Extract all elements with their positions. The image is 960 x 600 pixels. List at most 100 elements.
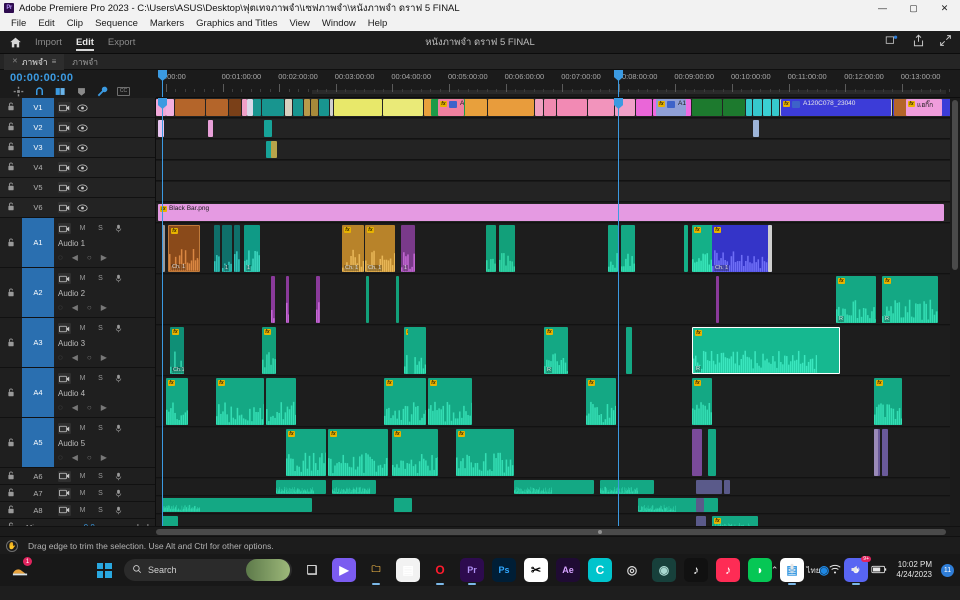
timeline-clip[interactable] <box>264 120 272 137</box>
track-visibility-icon[interactable] <box>76 102 89 113</box>
timeline-clip[interactable] <box>499 225 515 272</box>
header-tab-import[interactable]: Import <box>35 31 62 54</box>
voice-icon[interactable] <box>112 223 125 234</box>
track-name-v4[interactable]: V4 <box>22 158 54 177</box>
timeline-clip[interactable] <box>286 276 289 323</box>
menu-item-view[interactable]: View <box>284 16 316 31</box>
track-name-v5[interactable]: V5 <box>22 178 54 197</box>
lock-icon[interactable] <box>0 162 22 173</box>
track-header-v5[interactable]: V5 <box>0 178 155 198</box>
timeline-clip[interactable] <box>723 99 745 116</box>
timeline-clip[interactable] <box>535 99 543 116</box>
track-target-icon[interactable] <box>58 182 71 193</box>
mute-button[interactable]: M <box>76 488 89 499</box>
timeline-ruler[interactable]: :00:00 00:01:00:00 00:02:00:00 00:03:00:00 0… <box>156 70 960 98</box>
timeline-clip[interactable] <box>696 498 704 512</box>
timeline-clip[interactable] <box>544 99 556 116</box>
line-icon[interactable]: ◗ <box>748 558 772 582</box>
after-effects-icon[interactable]: Ae <box>556 558 580 582</box>
timeline-clip[interactable] <box>638 498 718 512</box>
timeline-clip[interactable] <box>394 498 412 512</box>
lock-icon[interactable] <box>0 218 22 267</box>
track-lane-v3[interactable] <box>156 140 960 160</box>
zoom-handle[interactable] <box>598 530 602 534</box>
fullscreen-icon[interactable] <box>939 34 952 50</box>
track-target-icon[interactable] <box>58 273 71 285</box>
track-header-a2[interactable]: A2 M S Audio 2 ◌ ◀ ○ ▶ <box>0 268 155 318</box>
timeline-clip[interactable]: fx A12 <box>656 99 686 116</box>
timeline-clip[interactable]: fx A120 <box>438 99 464 116</box>
track-header-a4[interactable]: A4 M S Audio 4 ◌ ◀ ○ ▶ <box>0 368 155 418</box>
timeline-clip[interactable]: fx <box>456 429 514 476</box>
track-name-a1[interactable]: A1 <box>22 218 54 267</box>
timeline-clip[interactable] <box>621 225 635 272</box>
track-lanes[interactable]: fx fx fx fx fx fx fx fx fx fx fx fx fx Ch.1 fx fx fx Rfx R… <box>156 98 960 526</box>
add-keyframe-button[interactable]: ○ <box>87 353 92 362</box>
microphone-icon[interactable] <box>787 563 797 577</box>
menu-item-sequence[interactable]: Sequence <box>89 16 144 31</box>
track-visibility-icon[interactable] <box>76 142 89 153</box>
track-name-a4[interactable]: A4 <box>22 368 54 417</box>
timeline-clip[interactable] <box>262 99 284 116</box>
timeline-clip[interactable]: fx R <box>836 276 876 323</box>
track-lane-v2[interactable] <box>156 119 960 139</box>
timeline-clip[interactable]: fx <box>384 378 426 425</box>
timeline-clip[interactable] <box>696 516 706 526</box>
prev-keyframe-button[interactable]: ◀ <box>72 353 78 362</box>
mute-button[interactable]: M <box>76 423 89 434</box>
timeline-clip[interactable]: fx <box>216 378 264 425</box>
timeline-clip[interactable] <box>882 429 888 476</box>
track-lane-a7[interactable] <box>156 497 960 514</box>
track-name-a5[interactable]: A5 <box>22 418 54 467</box>
timeline-clip[interactable]: fx Ch. 1 <box>342 225 364 272</box>
timeline-clip[interactable] <box>486 225 496 272</box>
timeline-clip[interactable] <box>229 99 241 116</box>
add-keyframe-button[interactable]: ○ <box>87 403 92 412</box>
track-header-v6[interactable]: V6 <box>0 198 155 218</box>
timeline-clip[interactable]: fx <box>392 429 438 476</box>
timeline-clip[interactable] <box>696 480 722 494</box>
timeline-clip[interactable]: 1 <box>244 225 260 272</box>
track-target-icon[interactable] <box>58 504 71 516</box>
voice-icon[interactable] <box>112 423 125 434</box>
chevron-up-icon[interactable]: ⌃ <box>771 565 779 576</box>
solo-button[interactable]: S <box>94 273 107 284</box>
volume-icon[interactable] <box>850 564 862 577</box>
playhead-lanes-start[interactable] <box>158 98 167 526</box>
canva-icon[interactable]: C <box>588 558 612 582</box>
task-view-icon[interactable]: ❑ <box>300 558 324 582</box>
lock-icon[interactable] <box>0 202 22 213</box>
prev-keyframe-button[interactable]: ◀ <box>72 253 78 262</box>
timeline-clip[interactable] <box>166 99 174 116</box>
track-lane-a8[interactable]: fx <box>156 515 960 526</box>
track-lane-a3[interactable]: fxCh.1fxfxfxRfxR <box>156 326 960 376</box>
timeline-clip[interactable] <box>366 276 369 323</box>
track-target-icon[interactable] <box>58 223 71 235</box>
lock-icon[interactable] <box>0 122 22 133</box>
voice-icon[interactable] <box>112 488 125 499</box>
timeline-clip[interactable]: fx R <box>544 327 568 374</box>
timeline-clip[interactable] <box>692 429 702 476</box>
lock-icon[interactable] <box>0 368 22 417</box>
battery-icon[interactable] <box>871 564 887 577</box>
timeline-clip[interactable]: fx <box>586 378 616 425</box>
marker-icon[interactable] <box>71 85 92 98</box>
add-keyframe-button[interactable]: ○ <box>87 303 92 312</box>
track-visibility-icon[interactable] <box>76 202 89 213</box>
keyframe-icon[interactable]: ◌ <box>58 403 63 412</box>
solo-button[interactable]: S <box>94 488 107 499</box>
track-target-icon[interactable] <box>58 373 71 385</box>
thai-language-indicator[interactable]: ไทย <box>806 564 820 577</box>
timeline-clip[interactable]: fx Ch. 1 <box>712 225 772 272</box>
timeline-clip[interactable] <box>763 99 771 116</box>
timeline-clip[interactable] <box>746 99 752 116</box>
timeline-clip[interactable] <box>557 99 587 116</box>
timeline-clip[interactable] <box>768 225 772 272</box>
track-target-icon[interactable] <box>58 470 71 482</box>
timeline-clip[interactable]: fx <box>166 378 188 425</box>
timeline-clip[interactable] <box>271 276 275 323</box>
microsoft-store-icon[interactable]: ▤ <box>396 558 420 582</box>
timeline-clip[interactable] <box>874 429 878 476</box>
obs-studio-icon[interactable]: ◎ <box>620 558 644 582</box>
timeline-clip[interactable] <box>330 99 333 116</box>
